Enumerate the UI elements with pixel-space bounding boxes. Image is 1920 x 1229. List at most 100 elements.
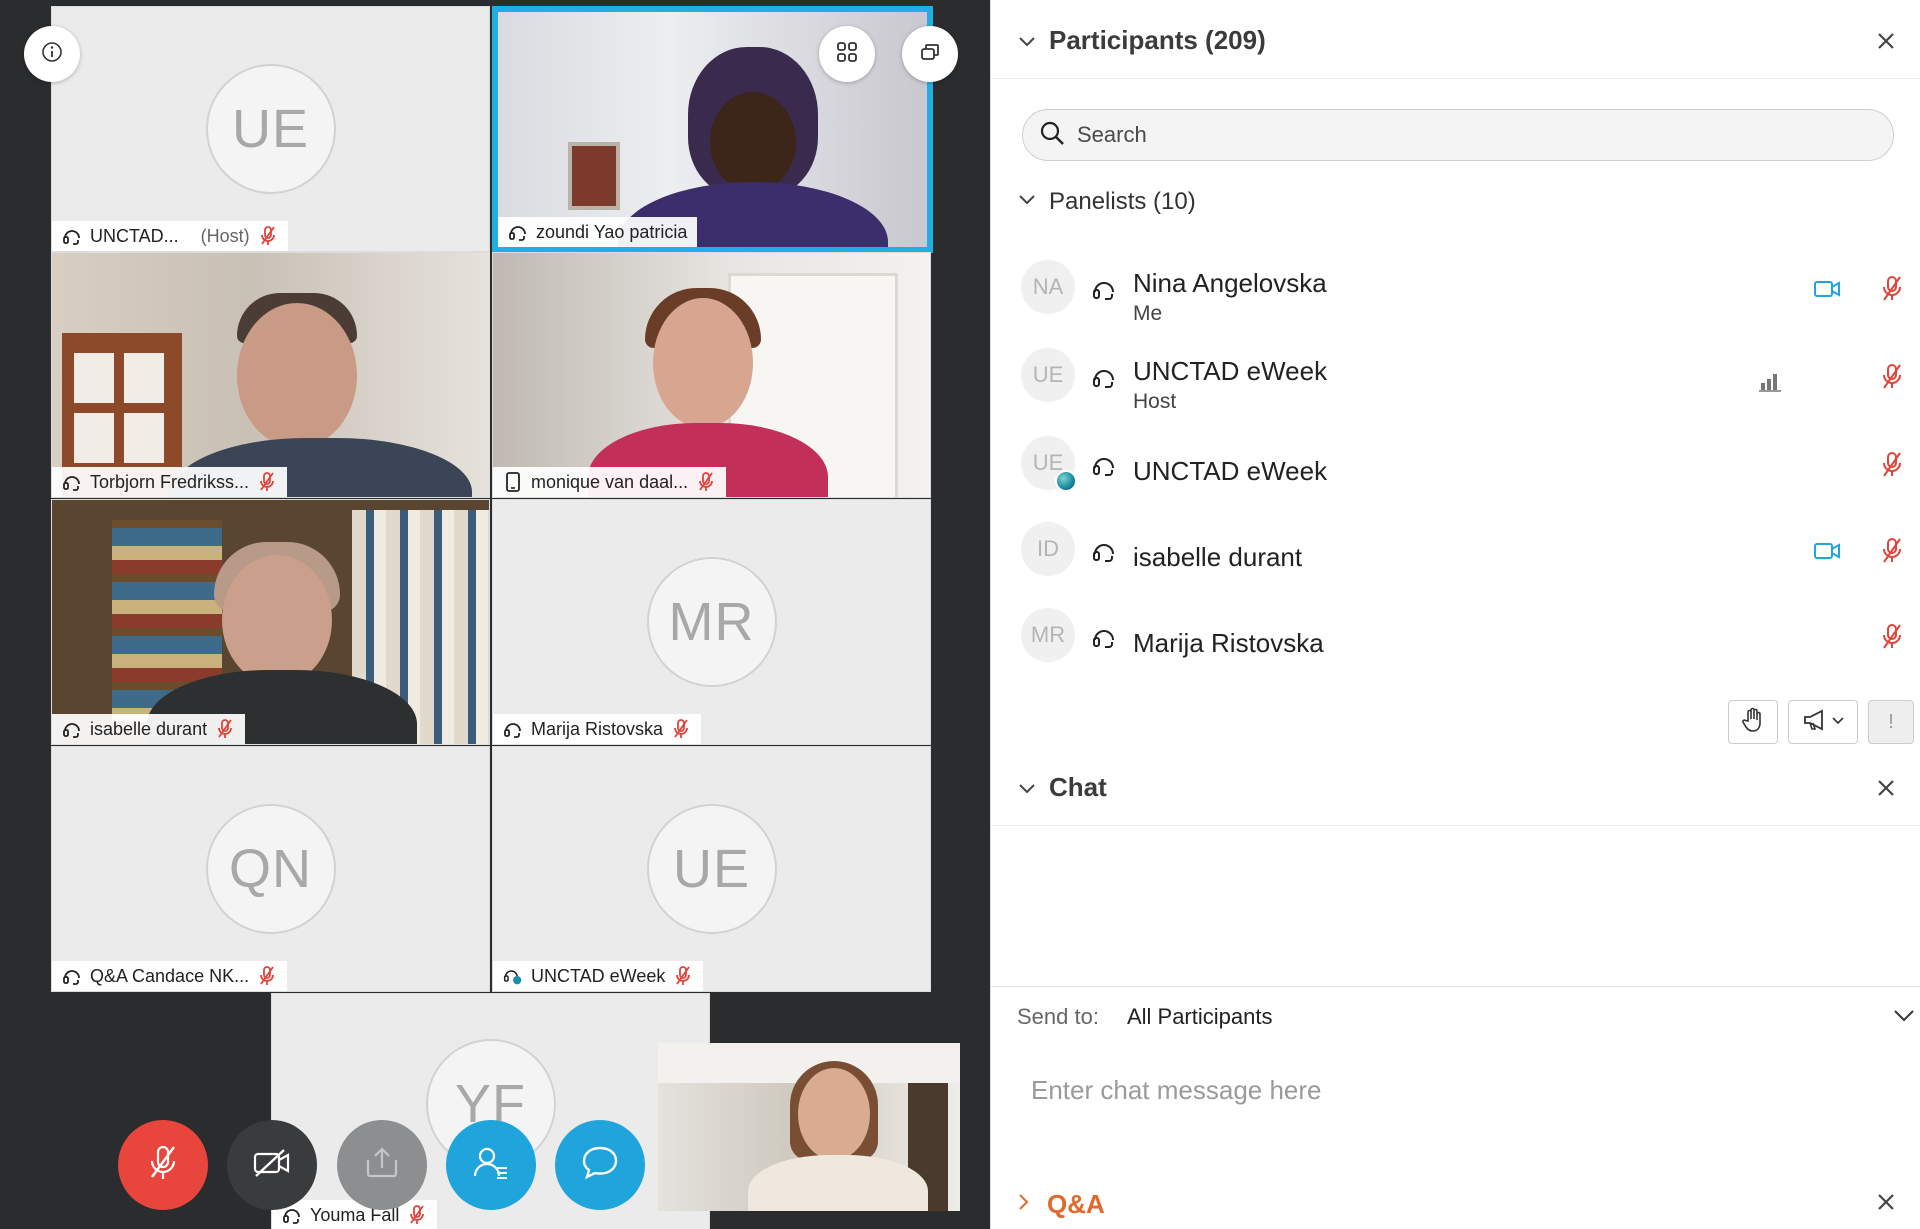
participants-header[interactable]: Participants (209) <box>991 3 1920 79</box>
search-box[interactable] <box>1022 109 1894 161</box>
chevron-down-icon <box>1017 188 1037 216</box>
layout-icon <box>918 40 942 69</box>
qa-title: Q&A <box>1047 1189 1105 1219</box>
headset-icon <box>1091 452 1117 483</box>
raise-hand-button[interactable] <box>1728 700 1778 744</box>
nameplate: UNCTAD eWeek <box>493 961 704 991</box>
participant-name: Marija Ristovska <box>531 718 664 739</box>
video-tile[interactable]: UE UNCTAD eWeek <box>492 746 931 992</box>
mic-muted-icon <box>215 719 235 739</box>
panelist-row[interactable]: UE UNCTAD eWeek Host <box>991 336 1920 416</box>
chat-message-input[interactable] <box>1031 1060 1891 1120</box>
grid-view-button[interactable] <box>819 26 875 82</box>
signal-bars-icon <box>1759 370 1783 397</box>
headset-icon <box>62 719 82 739</box>
panelist-name: isabelle durant <box>1133 542 1303 572</box>
headset-icon <box>508 222 528 242</box>
mic-muted-icon[interactable] <box>1881 451 1903 484</box>
panelist-subtitle: Me <box>1133 302 1163 325</box>
close-icon[interactable] <box>1873 775 1899 801</box>
self-view-video[interactable] <box>658 1043 960 1211</box>
chat-button[interactable] <box>555 1120 645 1210</box>
chevron-down-icon[interactable] <box>1017 778 1037 798</box>
send-to-selector[interactable]: Send to: All Participants <box>991 986 1920 1046</box>
video-tile[interactable]: MR Marija Ristovska <box>492 499 931 745</box>
video-tile[interactable]: monique van daal... <box>492 252 931 498</box>
nameplate: zoundi Yao patricia <box>498 217 698 247</box>
panelist-row[interactable]: ID isabelle durant <box>991 510 1920 590</box>
send-to-value[interactable]: All Participants <box>1127 1004 1273 1030</box>
chevron-down-icon[interactable] <box>1893 1007 1915 1030</box>
participant-name: Torbjorn Fredrikss... <box>90 471 250 492</box>
headset-connected-icon <box>503 966 523 986</box>
layout-button[interactable] <box>902 26 958 82</box>
mic-muted-icon[interactable] <box>1881 537 1903 570</box>
chevron-down-icon[interactable] <box>1017 31 1037 51</box>
headset-icon <box>62 472 82 492</box>
mic-muted-icon <box>407 1205 427 1225</box>
video-camera-icon[interactable] <box>1813 541 1841 566</box>
mic-muted-icon <box>671 719 691 739</box>
panelist-row[interactable]: UE UNCTAD eWeek <box>991 424 1920 504</box>
mic-muted-icon <box>146 1143 180 1188</box>
info-icon <box>41 41 63 68</box>
search-input[interactable] <box>1077 122 1857 148</box>
alert-button[interactable]: ! <box>1868 700 1914 744</box>
chat-header[interactable]: Chat <box>991 750 1920 826</box>
nameplate: Torbjorn Fredrikss... <box>52 467 288 497</box>
close-icon[interactable] <box>1873 1189 1899 1220</box>
nameplate: isabelle durant <box>52 714 246 744</box>
participant-name: monique van daal... <box>531 471 689 492</box>
panelists-group-header[interactable]: Panelists (10) <box>1017 188 1196 216</box>
video-toggle-button[interactable] <box>227 1120 317 1210</box>
video-camera-icon[interactable] <box>1813 279 1841 304</box>
participant-name: zoundi Yao patricia <box>536 221 688 242</box>
share-button[interactable] <box>337 1120 427 1210</box>
video-tile[interactable]: Torbjorn Fredrikss... <box>51 252 490 498</box>
participants-icon <box>472 1144 510 1187</box>
panelist-row[interactable]: MR Marija Ristovska <box>991 596 1920 676</box>
mic-muted-icon <box>257 472 277 492</box>
panelist-name: UNCTAD eWeek <box>1133 456 1328 486</box>
host-label: (Host) <box>200 225 250 246</box>
headset-icon <box>1091 624 1117 655</box>
video-tile[interactable]: isabelle durant <box>51 499 490 745</box>
mic-muted-icon <box>257 966 277 986</box>
panelist-row[interactable]: NA Nina Angelovska Me <box>991 248 1920 328</box>
info-button[interactable] <box>24 26 80 82</box>
mic-muted-icon[interactable] <box>1881 623 1903 656</box>
panelist-name: Marija Ristovska <box>1133 628 1324 658</box>
participant-name: Q&A Candace NK... <box>90 965 250 986</box>
headset-icon <box>1091 364 1117 395</box>
qa-header[interactable]: Q&A <box>991 1180 1920 1229</box>
headset-icon <box>62 966 82 986</box>
video-feed <box>493 253 930 497</box>
avatar: QN <box>205 804 336 934</box>
video-feed <box>658 1043 960 1211</box>
mute-button[interactable] <box>118 1120 208 1210</box>
phone-icon <box>503 472 523 492</box>
panelist-name: Nina Angelovska <box>1133 268 1327 298</box>
video-feed <box>52 500 489 744</box>
announce-dropdown-button[interactable] <box>1788 700 1858 744</box>
nameplate: Youma Fall <box>272 1200 438 1229</box>
avatar: UE <box>205 64 336 194</box>
mic-muted-icon[interactable] <box>1881 363 1903 396</box>
avatar: NA <box>1021 260 1075 314</box>
video-tile[interactable]: QN Q&A Candace NK... <box>51 746 490 992</box>
avatar: MR <box>646 557 777 687</box>
headset-icon <box>503 719 523 739</box>
participants-button[interactable] <box>446 1120 536 1210</box>
avatar: MR <box>1021 608 1075 662</box>
video-tile[interactable]: UE UNCTAD... (Host) <box>51 6 490 252</box>
chat-title: Chat <box>1049 772 1107 802</box>
close-icon[interactable] <box>1873 28 1899 54</box>
panelists-label: Panelists (10) <box>1049 188 1196 215</box>
mic-muted-icon[interactable] <box>1881 275 1903 308</box>
chat-messages-area <box>991 826 1920 986</box>
nameplate: monique van daal... <box>493 467 727 497</box>
chevron-right-icon[interactable] <box>1017 1192 1031 1217</box>
nameplate: UNCTAD... (Host) <box>52 221 288 251</box>
video-area: UE UNCTAD... (Host) zoundi Yao patricia … <box>0 0 990 1229</box>
video-off-icon <box>252 1147 292 1184</box>
